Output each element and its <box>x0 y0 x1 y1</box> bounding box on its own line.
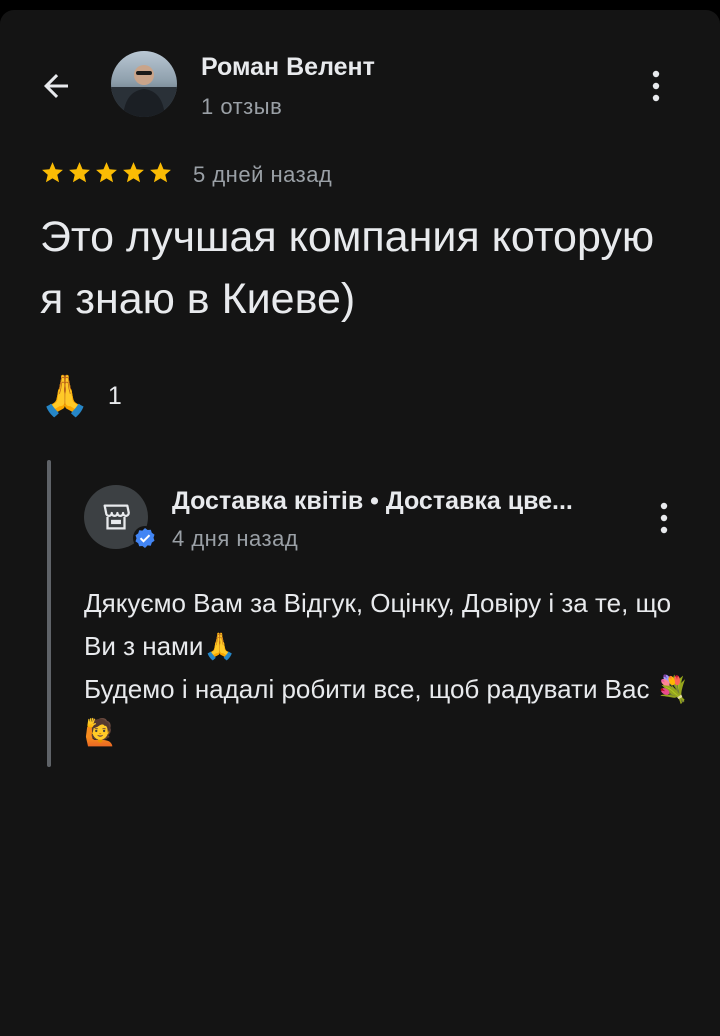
owner-reply-date: 4 дня назад <box>172 526 299 551</box>
star-icon <box>150 162 171 183</box>
author-avatar[interactable] <box>111 51 177 117</box>
reply-divider <box>47 460 51 767</box>
more-vert-icon <box>660 502 668 534</box>
reaction-button[interactable]: 🙏 1 <box>40 372 122 420</box>
verified-badge <box>132 525 158 551</box>
reply-more-options-button[interactable] <box>648 498 680 538</box>
rating-stars <box>40 160 173 185</box>
pray-emoji-icon: 🙏 <box>40 374 90 418</box>
review-date: 5 дней назад <box>193 162 333 187</box>
person-photo <box>111 65 177 117</box>
star-icon <box>42 162 63 183</box>
review-text: Это лучшая компания которую я знаю в Кие… <box>40 213 655 323</box>
reaction-count: 1 <box>107 381 122 410</box>
author-review-count: 1 отзыв <box>201 94 283 119</box>
storefront-icon <box>103 504 130 530</box>
more-vert-icon <box>652 70 660 102</box>
owner-reply-text: Дякуємо Вам за Відгук, Оцінку, Довіру і … <box>84 588 690 747</box>
verified-badge-icon <box>133 526 157 550</box>
arrow-back-icon <box>44 74 68 98</box>
review-sheet: Роман Велент 1 отзыв 5 дней назад Это лу… <box>0 10 720 1036</box>
owner-name[interactable]: Доставка квітів • Доставка цве... <box>172 487 612 516</box>
star-icon <box>96 162 117 183</box>
back-button[interactable] <box>34 64 78 108</box>
star-icon <box>123 162 144 183</box>
star-icon <box>69 162 90 183</box>
author-name[interactable]: Роман Велент <box>201 53 375 82</box>
more-options-button[interactable] <box>640 66 672 106</box>
